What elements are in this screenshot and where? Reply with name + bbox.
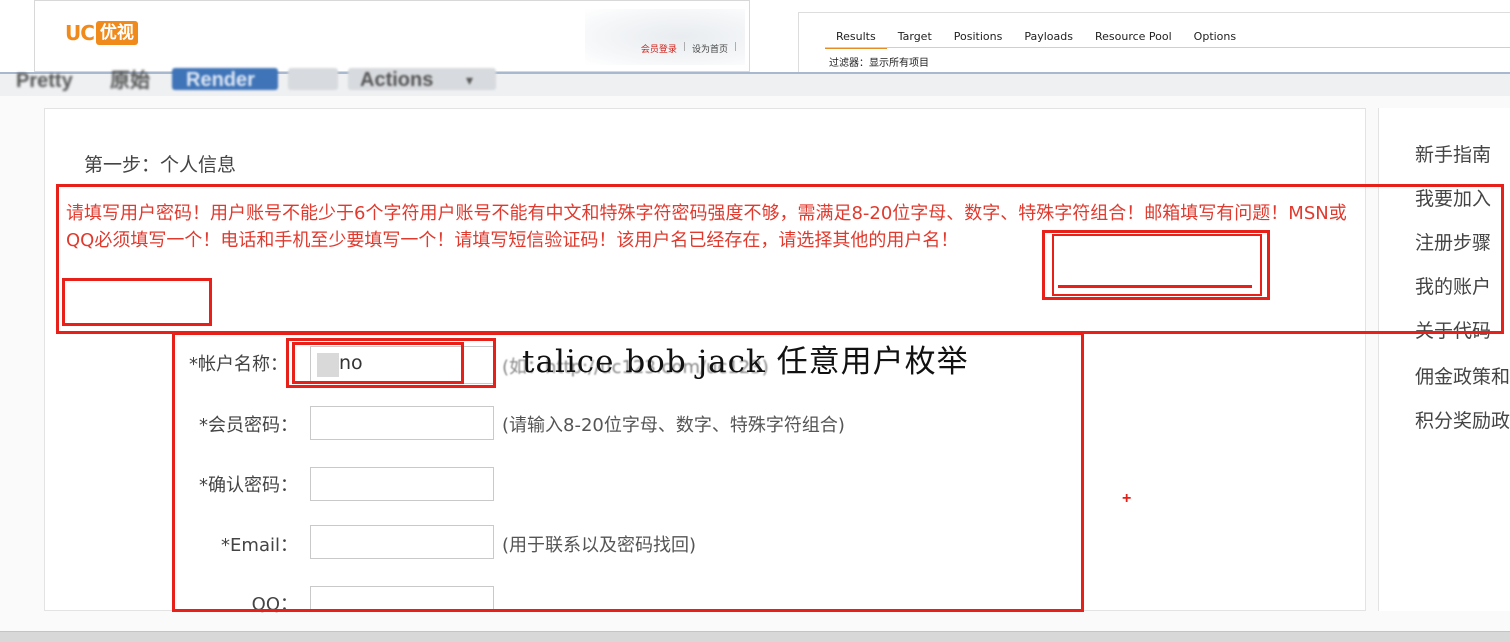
tab-payloads[interactable]: Payloads: [1013, 29, 1084, 47]
enumeration-annotation: talice bob jack 任意用户枚举: [522, 344, 969, 380]
response-view-toolbar: Pretty 原始 Render Actions ▾: [0, 68, 1510, 98]
tab-positions[interactable]: Positions: [943, 29, 1014, 47]
header-links: 会员登录 | 设为首页 |: [641, 42, 737, 55]
render-tab[interactable]: Render: [172, 68, 278, 91]
error-block-annotation-box: [56, 184, 1504, 334]
sidebar-item-newbie-guide[interactable]: 新手指南: [1415, 140, 1491, 167]
actions-dropdown[interactable]: Actions ▾: [348, 68, 496, 91]
render-tab-label: Render: [186, 69, 255, 91]
tab-results[interactable]: Results: [825, 29, 887, 49]
crosshair-cursor-icon: +: [1122, 490, 1132, 507]
tab-target[interactable]: Target: [887, 29, 943, 47]
tab-options[interactable]: Options: [1183, 29, 1247, 47]
site-header: UC 优视 会员登录 | 设为首页 |: [34, 0, 750, 72]
link-separator: |: [733, 42, 737, 52]
tab-resource-pool[interactable]: Resource Pool: [1084, 29, 1183, 47]
chevron-down-icon: ▾: [466, 72, 474, 88]
intruder-tab-bar: Results Target Positions Payloads Resour…: [825, 29, 1247, 49]
intruder-results-panel: Results Target Positions Payloads Resour…: [798, 12, 1510, 72]
other-username-annotation-box: [62, 278, 212, 326]
actions-label: Actions: [360, 69, 434, 91]
member-login-link[interactable]: 会员登录: [641, 42, 677, 55]
logo-chinese: 优视: [95, 21, 138, 45]
logo-latin: UC: [65, 21, 95, 45]
user-exists-underline: [1058, 285, 1252, 288]
pretty-tab[interactable]: Pretty: [16, 68, 73, 94]
site-logo[interactable]: UC 优视: [65, 21, 138, 45]
raw-tab[interactable]: 原始: [110, 68, 150, 94]
link-separator: |: [682, 42, 686, 52]
username-inner-annotation-box: [292, 342, 464, 384]
tab-divider: [825, 47, 1510, 48]
sidebar-item-points-reward[interactable]: 积分奖励政: [1415, 406, 1510, 433]
wrap-toggle-button[interactable]: [288, 68, 338, 90]
filter-bar[interactable]: 过滤器：显示所有项目: [829, 54, 929, 69]
set-homepage-link[interactable]: 设为首页: [692, 42, 728, 55]
sidebar-item-commission-policy[interactable]: 佣金政策和: [1415, 362, 1510, 389]
bottom-scrollbar[interactable]: [0, 631, 1510, 642]
step-title: 第一步：个人信息: [84, 154, 237, 176]
world-map-image: [585, 9, 745, 65]
